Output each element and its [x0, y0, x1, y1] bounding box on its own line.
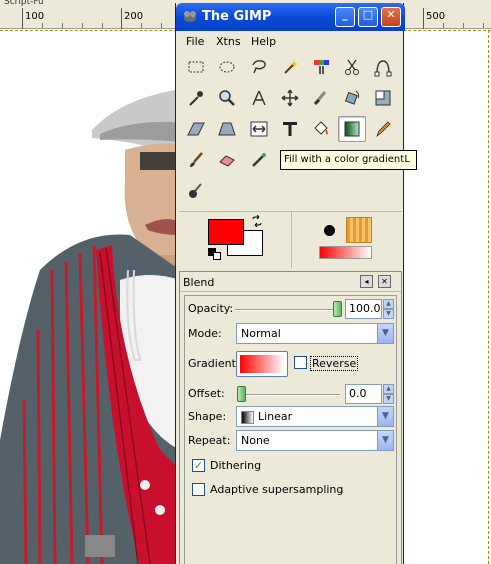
dithering-checkbox[interactable]: ✓ — [192, 459, 205, 472]
dock-header: Blend ◂ ✕ — [180, 272, 401, 292]
close-button[interactable]: ✕ — [381, 7, 401, 27]
maximize-button[interactable]: □ — [358, 7, 378, 27]
window-title: The GIMP — [202, 9, 272, 24]
ruler-label: 200 — [124, 11, 144, 22]
gimp-wilber-icon — [184, 11, 196, 22]
mode-value: Normal — [241, 327, 281, 340]
gradient-swatch — [240, 355, 284, 373]
gradient-preview[interactable] — [319, 246, 372, 259]
shape-label: Shape: — [188, 410, 227, 423]
menu-file[interactable]: File — [186, 35, 204, 48]
repeat-combo[interactable]: None ▼ — [236, 430, 394, 451]
menu-bar: File Xtns Help — [179, 33, 402, 51]
fuzzy-select-icon[interactable] — [276, 54, 304, 80]
text-icon[interactable] — [276, 116, 304, 142]
flip-icon[interactable] — [245, 116, 273, 142]
pencil-icon[interactable] — [369, 116, 397, 142]
bucket-fill-icon[interactable] — [307, 116, 335, 142]
shear-icon[interactable] — [182, 116, 210, 142]
opacity-spinbox[interactable]: 100.0 — [345, 299, 382, 319]
opacity-slider[interactable] — [235, 309, 340, 311]
gradient-button[interactable] — [236, 351, 288, 377]
selection-marquee-edge — [488, 30, 489, 564]
rotate-icon[interactable] — [338, 85, 366, 111]
foreground-color-swatch[interactable] — [208, 219, 244, 245]
offset-label: Offset: — [188, 387, 225, 400]
adaptive-supersampling-checkbox[interactable] — [192, 483, 205, 496]
chevron-down-icon[interactable]: ▼ — [377, 431, 393, 450]
title-bar[interactable]: The GIMP _ □ ✕ — [176, 3, 405, 31]
tooltip-text: Fill with a color gradient — [284, 154, 405, 165]
dock-close-icon[interactable]: ✕ — [378, 275, 391, 288]
tool-options-dock: Blend ◂ ✕ Opacity: 100.0 ▲ ▼ Mode: Normal… — [179, 271, 402, 564]
opacity-slider-handle[interactable] — [333, 301, 342, 317]
chevron-down-icon[interactable]: ▼ — [377, 324, 393, 343]
photo-of-person — [0, 90, 180, 564]
ruler-label: 500 — [426, 11, 446, 22]
offset-slider[interactable] — [240, 394, 340, 396]
shape-value: Linear — [258, 410, 293, 423]
reverse-label[interactable]: Reverse — [310, 356, 359, 371]
smudge-icon[interactable] — [182, 178, 210, 204]
paintbrush-icon[interactable] — [182, 147, 210, 173]
menu-xtns[interactable]: Xtns — [216, 35, 241, 48]
ruler-label: 100 — [25, 11, 45, 22]
minimize-button[interactable]: _ — [335, 7, 355, 27]
scale-icon[interactable] — [369, 85, 397, 111]
mode-combo[interactable]: Normal ▼ — [236, 323, 394, 344]
mode-label: Mode: — [188, 327, 222, 340]
tooltip-shortcut: L — [404, 154, 410, 165]
dock-menu-icon[interactable]: ◂ — [360, 275, 373, 288]
rect-select-icon[interactable] — [182, 54, 210, 80]
offset-spin-arrows[interactable]: ▲ ▼ — [383, 384, 394, 404]
shape-combo[interactable]: Linear ▼ — [236, 406, 394, 427]
color-picker-icon[interactable] — [182, 85, 210, 111]
zoom-icon[interactable] — [213, 85, 241, 111]
crop-icon[interactable] — [307, 85, 335, 111]
blend-icon[interactable] — [338, 116, 366, 142]
gimp-toolbox-window[interactable]: The GIMP _ □ ✕ File Xtns Help Blend ◂ ✕ … — [175, 3, 405, 564]
opacity-spin-arrows[interactable]: ▲ ▼ — [383, 299, 394, 319]
tool-options-title: Blend — [183, 276, 215, 289]
toolbox-grid — [179, 53, 402, 213]
chevron-down-icon[interactable]: ▼ — [377, 407, 393, 426]
swap-colors-icon[interactable] — [251, 215, 263, 227]
color-area-separator — [291, 212, 292, 268]
color-select-icon[interactable] — [307, 54, 335, 80]
eraser-icon[interactable] — [213, 147, 241, 173]
reverse-checkbox[interactable] — [294, 356, 307, 369]
default-colors-icon-bg[interactable] — [213, 252, 221, 260]
offset-slider-handle[interactable] — [237, 386, 246, 402]
move-icon[interactable] — [276, 85, 304, 111]
blend-options: Opacity: 100.0 ▲ ▼ Mode: Normal ▼ Gradien… — [184, 295, 397, 564]
measure-icon[interactable] — [245, 85, 273, 111]
airbrush-icon[interactable] — [245, 147, 273, 173]
repeat-label: Repeat: — [188, 434, 231, 447]
gradient-label: Gradient: — [188, 357, 240, 370]
lasso-icon[interactable] — [245, 54, 273, 80]
scissors-icon[interactable] — [338, 54, 366, 80]
dithering-label[interactable]: Dithering — [210, 459, 261, 472]
repeat-value: None — [241, 434, 270, 447]
adaptive-supersampling-label[interactable]: Adaptive supersampling — [210, 483, 343, 496]
opacity-label: Opacity: — [188, 302, 234, 315]
linear-gradient-icon — [241, 410, 254, 424]
paths-icon[interactable] — [369, 54, 397, 80]
color-area — [179, 211, 402, 269]
ellipse-select-icon[interactable] — [213, 54, 241, 80]
pattern-preview[interactable] — [346, 217, 372, 243]
tooltip: Fill with a color gradient L — [280, 150, 417, 170]
menu-help[interactable]: Help — [251, 35, 276, 48]
perspective-icon[interactable] — [213, 116, 241, 142]
offset-spinbox[interactable]: 0.0 — [345, 384, 382, 404]
brush-preview[interactable] — [316, 217, 342, 243]
